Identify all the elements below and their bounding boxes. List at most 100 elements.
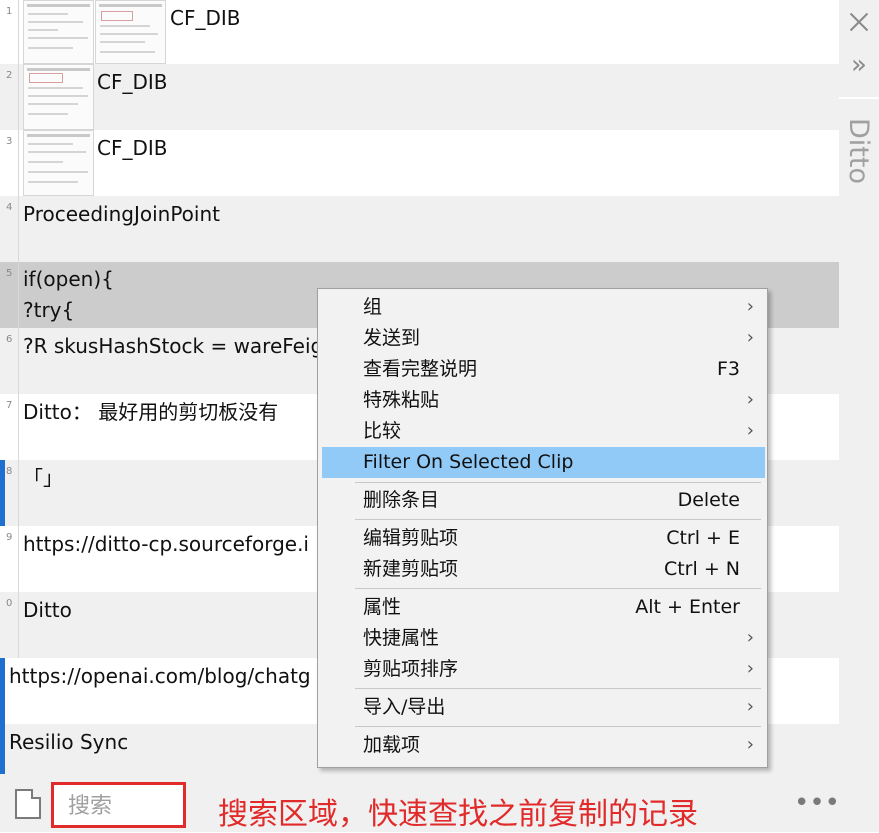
menu-item-label: 快捷属性 (363, 627, 440, 649)
menu-item-compare[interactable]: 比较 › (322, 416, 765, 447)
row-gutter (18, 64, 19, 130)
menu-item-label: 发送到 (363, 327, 421, 349)
clip-text: 「」 (23, 466, 63, 490)
clip-text: if(open){ ?try{ (23, 267, 114, 322)
double-chevron-right-icon[interactable]: » (847, 50, 871, 80)
menu-item-sort-clips[interactable]: 剪贴项排序 › (322, 654, 765, 685)
menu-item-send-to[interactable]: 发送到 › (322, 323, 765, 354)
menu-separator (355, 688, 761, 689)
clip-indicator (0, 460, 5, 526)
row-gutter (18, 0, 19, 64)
menu-separator (355, 726, 761, 727)
row-gutter (18, 460, 19, 526)
chevron-right-icon: › (746, 389, 754, 410)
search-input[interactable] (66, 787, 188, 825)
menu-item-quick-properties[interactable]: 快捷属性 › (322, 623, 765, 654)
menu-item-group[interactable]: 组 › (322, 292, 765, 323)
menu-item-shortcut: Ctrl + N (663, 558, 740, 580)
menu-item-shortcut: F3 (716, 358, 740, 380)
clip-number: 7 (6, 400, 13, 411)
menu-separator (355, 482, 761, 483)
chevron-right-icon: › (746, 627, 754, 648)
menu-item-label: 导入/导出 (363, 696, 446, 718)
menu-item-label: 查看完整说明 (363, 358, 478, 380)
menu-item-add-ins[interactable]: 加载项 › (322, 730, 765, 761)
clip-number: 8 (6, 466, 13, 477)
clip-text: ProceedingJoinPoint (23, 202, 220, 226)
search-box[interactable] (51, 782, 188, 828)
menu-item-label: 编辑剪贴项 (363, 527, 459, 549)
menu-item-label: 组 (363, 296, 383, 318)
chevron-right-icon: › (746, 420, 754, 441)
menu-item-import-export[interactable]: 导入/导出 › (322, 692, 765, 723)
row-gutter (18, 262, 19, 328)
clip-number: 1 (6, 6, 13, 17)
clip-text: ?R skusHashStock = wareFeig (23, 334, 324, 358)
clip-number: 9 (6, 532, 13, 543)
clip-text: Ditto (23, 598, 72, 622)
menu-item-shortcut: Delete (677, 489, 740, 511)
app-title: Ditto (843, 118, 874, 184)
row-gutter (18, 592, 19, 658)
menu-item-label: 加载项 (363, 734, 421, 756)
menu-item-special-paste[interactable]: 特殊粘贴 › (322, 385, 765, 416)
menu-item-label: 新建剪贴项 (363, 558, 459, 580)
chevron-right-icon: › (746, 734, 754, 755)
clip-text: Resilio Sync (9, 730, 129, 754)
menu-item-label: Filter On Selected Clip (363, 451, 574, 473)
menu-item-edit-clip[interactable]: 编辑剪贴项 Ctrl + E (322, 523, 765, 554)
clip-text: CF_DIB (97, 70, 168, 94)
clip-number: 2 (6, 70, 13, 81)
more-dots-icon[interactable]: ••• (794, 790, 840, 816)
chevron-right-icon: › (746, 696, 754, 717)
menu-item-shortcut: Alt + Enter (635, 596, 740, 618)
clip-text: https://openai.com/blog/chatg (9, 664, 311, 688)
clip-row-4[interactable]: 4 ProceedingJoinPoint (0, 196, 839, 262)
bottom-bar: 搜索区域，快速查找之前复制的记录 ••• (0, 774, 840, 832)
side-divider (839, 97, 879, 99)
clip-indicator (0, 658, 5, 724)
clip-row-3[interactable]: 3 CF_DIB (0, 130, 839, 196)
chevron-right-icon: › (746, 658, 754, 679)
menu-item-shortcut: Ctrl + E (666, 527, 740, 549)
clip-number: 4 (6, 202, 13, 213)
clip-number: 5 (6, 268, 13, 279)
clip-thumbnail (23, 0, 94, 64)
clip-row-2[interactable]: 2 CF_DIB (0, 64, 839, 130)
menu-item-view-full-description[interactable]: 查看完整说明 F3 (322, 354, 765, 385)
row-gutter (18, 328, 19, 394)
menu-item-filter-on-selected-clip[interactable]: Filter On Selected Clip (322, 447, 765, 478)
context-menu: 组 › 发送到 › 查看完整说明 F3 特殊粘贴 › 比较 › Filter O… (317, 288, 768, 768)
row-gutter (18, 526, 19, 592)
menu-item-delete[interactable]: 删除条目 Delete (322, 485, 765, 516)
menu-item-label: 比较 (363, 420, 402, 442)
clip-thumbnail (23, 130, 94, 196)
annotation-text: 搜索区域，快速查找之前复制的记录 (218, 797, 698, 832)
document-icon[interactable] (15, 789, 41, 819)
chevron-right-icon: › (746, 296, 754, 317)
side-panel: » Ditto (839, 0, 879, 832)
close-icon[interactable] (849, 12, 869, 32)
row-gutter (18, 394, 19, 460)
menu-separator (355, 588, 761, 589)
clip-row-1[interactable]: 1 CF_DIB (0, 0, 839, 64)
menu-item-label: 属性 (363, 596, 402, 618)
menu-item-label: 删除条目 (363, 489, 440, 511)
menu-item-label: 特殊粘贴 (363, 389, 440, 411)
clip-number: 3 (6, 136, 13, 147)
menu-item-new-clip[interactable]: 新建剪贴项 Ctrl + N (322, 554, 765, 585)
clip-thumbnail (95, 0, 166, 64)
clip-text: https://ditto-cp.sourceforge.i (23, 532, 309, 556)
clip-text: CF_DIB (97, 136, 168, 160)
chevron-right-icon: › (746, 327, 754, 348)
clip-thumbnail (23, 64, 94, 130)
menu-separator (355, 519, 761, 520)
clip-text: Ditto： 最好用的剪切板没有 (23, 400, 279, 424)
row-gutter (18, 196, 19, 262)
clip-text: CF_DIB (170, 6, 241, 30)
menu-item-properties[interactable]: 属性 Alt + Enter (322, 592, 765, 623)
clip-indicator (0, 724, 5, 774)
clip-number: 6 (6, 334, 13, 345)
row-gutter (18, 130, 19, 196)
menu-item-label: 剪贴项排序 (363, 658, 459, 680)
